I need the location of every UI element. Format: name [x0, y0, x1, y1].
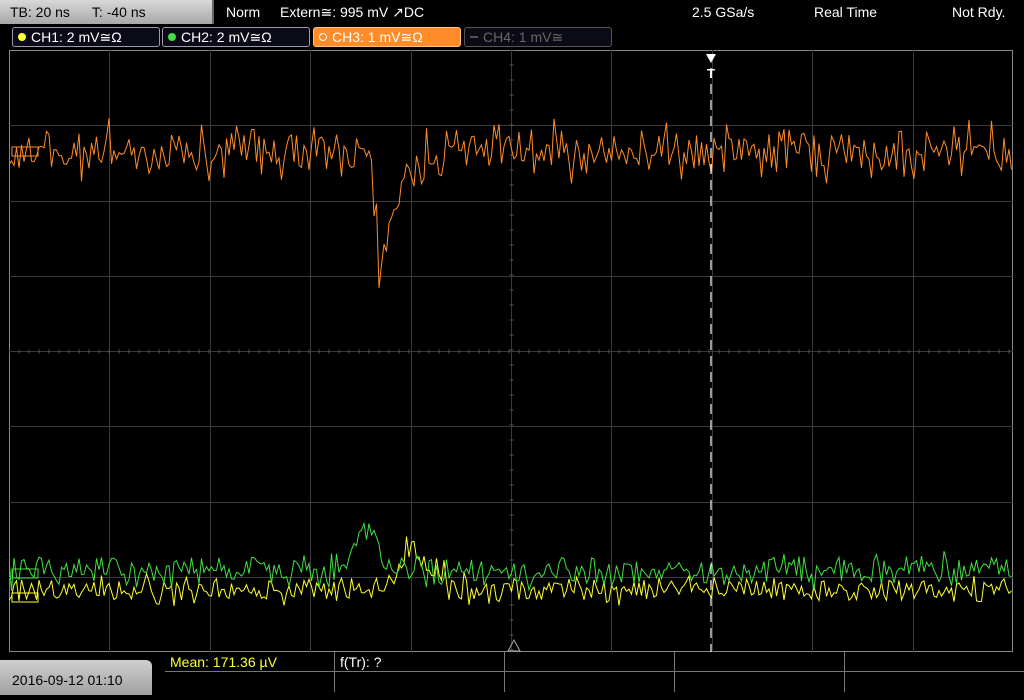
measurement-table[interactable]: Mean: 171.36 µV f(Tr): ?	[165, 652, 1024, 695]
mean-measurement[interactable]: Mean: 171.36 µV	[170, 653, 277, 671]
channel-label: CH1: 2 mV≅Ω	[31, 29, 122, 45]
trigger-marker-label: T	[707, 66, 715, 81]
channel-tab-ch3[interactable]: CH3: 1 mV≅Ω	[313, 27, 461, 47]
channel-tab-ch4[interactable]: CH4: 1 mV≅	[464, 27, 612, 47]
waveform-display[interactable]: T	[9, 50, 1013, 652]
ch2-indicator-icon	[168, 33, 176, 41]
timebase-value: TB: 20 ns	[10, 4, 70, 20]
channel-label: CH2: 2 mV≅Ω	[181, 29, 272, 45]
channel-tab-ch2[interactable]: CH2: 2 mV≅Ω	[162, 27, 310, 47]
sample-rate: 2.5 GSa/s	[692, 4, 755, 20]
measurement-cell	[505, 652, 675, 672]
channel-bar: CH1: 2 mV≅Ω CH2: 2 mV≅Ω CH3: 1 mV≅Ω CH4:…	[0, 24, 1024, 50]
measurement-cell	[335, 672, 505, 692]
channel-label: CH4: 1 mV≅	[483, 29, 564, 45]
ch4-indicator-icon	[470, 36, 478, 38]
datetime-display: 2016-09-12 01:10	[0, 660, 152, 695]
measurement-cell	[845, 672, 1024, 692]
ch3-indicator-icon	[319, 33, 327, 41]
trigger-source[interactable]: Extern≅: 995 mV ↗DC	[280, 0, 424, 24]
bottom-bar: 2016-09-12 01:10 Mean: 171.36 µV f(Tr): …	[0, 652, 1024, 695]
timebase-box[interactable]: TB: 20 ns T: -40 ns	[0, 0, 214, 24]
trigger-offset-value: T: -40 ns	[91, 4, 146, 20]
measurement-cell	[505, 672, 675, 692]
acquisition-mode[interactable]: Real Time	[814, 0, 877, 24]
acquisition-state: Not Rdy.	[952, 4, 1006, 20]
trigger-mode[interactable]: Norm	[226, 0, 260, 24]
channel-tab-ch1[interactable]: CH1: 2 mV≅Ω	[12, 27, 160, 47]
measurement-cell	[845, 652, 1024, 672]
measurement-cell	[165, 672, 335, 692]
waveform-plot[interactable]: T	[9, 50, 1013, 652]
measurement-cell	[675, 652, 845, 672]
status-bar: TB: 20 ns T: -40 ns Norm Extern≅: 995 mV …	[0, 0, 1024, 24]
frequency-measurement[interactable]: f(Tr): ?	[340, 653, 381, 671]
measurement-cell	[675, 672, 845, 692]
ch1-indicator-icon	[18, 33, 26, 41]
channel-label: CH3: 1 mV≅Ω	[332, 29, 423, 45]
